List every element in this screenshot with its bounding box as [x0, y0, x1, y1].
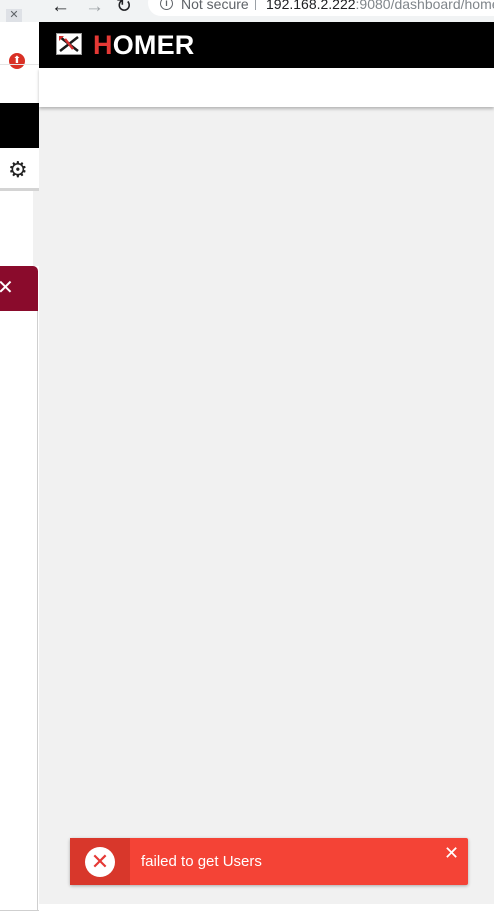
url-path: :9080/dashboard/home: [355, 0, 494, 12]
gear-icon[interactable]: ⚙: [8, 157, 28, 183]
panel-close-button[interactable]: ✕: [0, 266, 38, 311]
back-button[interactable]: ←: [51, 0, 70, 18]
divider: [0, 64, 39, 65]
toast-message: failed to get Users: [141, 853, 262, 870]
close-icon: ✕: [0, 277, 14, 299]
brand-rest: OMER: [112, 30, 195, 60]
security-status: Not secure: [181, 0, 249, 12]
browser-toolbar: ✕ ← → ↻ i Not secure 192.168.2.222:9080/…: [0, 0, 494, 22]
homer-logo-icon[interactable]: [56, 33, 82, 55]
background-app-strip: ⬆ ⚙ ✕: [0, 22, 39, 911]
url-text[interactable]: 192.168.2.222:9080/dashboard/home: [266, 0, 494, 11]
tab-close-icon[interactable]: ✕: [6, 9, 22, 22]
toast-icon-area: ✕: [70, 838, 130, 885]
error-icon: ✕: [85, 847, 115, 877]
error-toast: ✕ failed to get Users ✕: [70, 838, 468, 885]
url-host: 192.168.2.222: [266, 0, 356, 12]
top-navbar: HOMER: [39, 22, 494, 68]
brand-title[interactable]: HOMER: [93, 30, 195, 60]
toast-close-button[interactable]: ✕: [444, 843, 459, 863]
brand-first-letter: H: [93, 30, 113, 60]
upload-icon[interactable]: ⬆: [9, 53, 25, 69]
address-separator: [255, 0, 256, 10]
toolbar: [39, 68, 494, 107]
forward-button[interactable]: →: [85, 0, 104, 18]
panel-border: [37, 311, 38, 911]
homer-app: HOMER: [39, 22, 494, 904]
background-header: [0, 103, 39, 148]
reload-button[interactable]: ↻: [116, 0, 132, 18]
